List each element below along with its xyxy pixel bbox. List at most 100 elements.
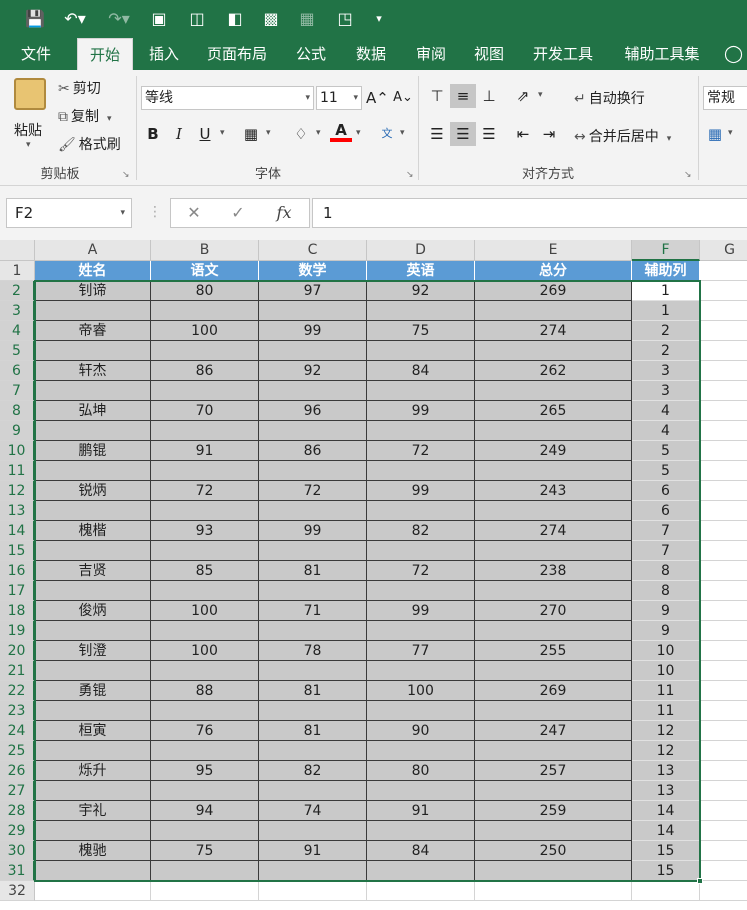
decrease-indent-icon[interactable]: ⇤ (512, 122, 534, 146)
table-cell[interactable]: 70 (151, 401, 259, 421)
empty-cell[interactable] (700, 721, 747, 741)
table-cell[interactable] (151, 661, 259, 681)
empty-cell[interactable] (700, 821, 747, 841)
empty-cell[interactable] (700, 321, 747, 341)
table-cell[interactable]: 75 (367, 321, 475, 341)
table-cell[interactable]: 269 (475, 281, 632, 301)
font-color-dropdown-icon[interactable]: ▾ (356, 128, 361, 138)
table-cell[interactable] (475, 341, 632, 361)
header-cell-a[interactable]: 姓名 (35, 261, 151, 281)
row-header-11[interactable]: 11 (0, 461, 35, 481)
helper-cell[interactable]: 10 (632, 661, 700, 681)
table-cell[interactable]: 槐楷 (35, 521, 151, 541)
table-cell[interactable] (367, 501, 475, 521)
table-cell[interactable] (35, 861, 151, 881)
row-header-3[interactable]: 3 (0, 301, 35, 321)
table-cell[interactable] (35, 821, 151, 841)
table-cell[interactable] (151, 861, 259, 881)
helper-cell[interactable]: 14 (632, 801, 700, 821)
table-cell[interactable]: 238 (475, 561, 632, 581)
helper-cell[interactable]: 12 (632, 741, 700, 761)
table-cell[interactable]: 274 (475, 521, 632, 541)
merge-center-button[interactable]: ↔ 合并后居中 ▾ (574, 126, 671, 146)
table-cell[interactable] (367, 741, 475, 761)
table-cell[interactable]: 99 (367, 601, 475, 621)
table-cell[interactable] (151, 821, 259, 841)
tab-file[interactable]: 文件 (8, 38, 64, 70)
column-header-g[interactable]: G (700, 240, 747, 261)
table-cell[interactable] (35, 621, 151, 641)
table-cell[interactable] (475, 781, 632, 801)
cut-button[interactable]: ✂ 剪切 (58, 78, 101, 98)
table-cell[interactable]: 257 (475, 761, 632, 781)
column-header-d[interactable]: D (367, 240, 475, 261)
table-cell[interactable]: 槐驰 (35, 841, 151, 861)
row-header-10[interactable]: 10 (0, 441, 35, 461)
row-header-5[interactable]: 5 (0, 341, 35, 361)
helper-cell[interactable]: 11 (632, 681, 700, 701)
row-header-1[interactable]: 1 (0, 261, 35, 281)
table-cell[interactable] (151, 701, 259, 721)
helper-cell[interactable]: 9 (632, 601, 700, 621)
table-cell[interactable]: 77 (367, 641, 475, 661)
clipboard-launcher-icon[interactable]: ↘ (122, 170, 130, 180)
table-cell[interactable]: 80 (151, 281, 259, 301)
save-icon[interactable]: 💾 (24, 8, 46, 30)
table-cell[interactable] (151, 461, 259, 481)
table-cell[interactable] (475, 701, 632, 721)
table-cell[interactable] (35, 501, 151, 521)
table-cell[interactable]: 俊炳 (35, 601, 151, 621)
clear-format-icon[interactable]: ◧ (224, 8, 246, 30)
tab-helper-tools[interactable]: 辅助工具集 (614, 38, 710, 70)
empty-cell[interactable] (700, 441, 747, 461)
table-cell[interactable]: 71 (259, 601, 367, 621)
table-cell[interactable] (475, 301, 632, 321)
table-cell[interactable]: 100 (151, 601, 259, 621)
select-all-corner[interactable] (0, 240, 35, 261)
formula-input[interactable]: 1 (312, 198, 747, 228)
table-cell[interactable] (367, 341, 475, 361)
table-cell[interactable]: 82 (259, 761, 367, 781)
camera-icon[interactable]: ▣ (148, 8, 170, 30)
table-cell[interactable] (35, 701, 151, 721)
table-cell[interactable] (259, 421, 367, 441)
helper-cell[interactable]: 7 (632, 541, 700, 561)
row-header-4[interactable]: 4 (0, 321, 35, 341)
row-header-17[interactable]: 17 (0, 581, 35, 601)
table-cell[interactable]: 249 (475, 441, 632, 461)
table-cell[interactable]: 265 (475, 401, 632, 421)
table-cell[interactable] (475, 741, 632, 761)
table-cell[interactable] (367, 541, 475, 561)
table-cell[interactable]: 94 (151, 801, 259, 821)
empty-cell[interactable] (700, 761, 747, 781)
table-cell[interactable] (259, 341, 367, 361)
row-header-31[interactable]: 31 (0, 861, 35, 881)
empty-cell[interactable] (700, 521, 747, 541)
table-cell[interactable] (475, 381, 632, 401)
empty-cell[interactable] (700, 621, 747, 641)
table-cell[interactable] (475, 581, 632, 601)
empty-cell[interactable] (700, 561, 747, 581)
table-cell[interactable] (475, 881, 632, 901)
table-cell[interactable]: 81 (259, 681, 367, 701)
helper-cell[interactable]: 11 (632, 701, 700, 721)
table-cell[interactable]: 宇礼 (35, 801, 151, 821)
table-cell[interactable]: 75 (151, 841, 259, 861)
paste-icon[interactable] (14, 78, 46, 110)
undo-icon[interactable]: ↶▾ (60, 8, 90, 30)
helper-cell[interactable]: 10 (632, 641, 700, 661)
table-cell[interactable] (259, 501, 367, 521)
bold-button[interactable]: B (142, 122, 164, 146)
row-header-6[interactable]: 6 (0, 361, 35, 381)
underline-button[interactable]: U (194, 122, 216, 146)
table-cell[interactable]: 250 (475, 841, 632, 861)
row-header-12[interactable]: 12 (0, 481, 35, 501)
copy-button[interactable]: ⧉ 复制 ▾ (58, 106, 112, 126)
empty-cell[interactable] (700, 281, 747, 301)
increase-font-icon[interactable]: A⌃ (366, 86, 389, 110)
table-cell[interactable]: 90 (367, 721, 475, 741)
row-header-20[interactable]: 20 (0, 641, 35, 661)
helper-cell[interactable]: 15 (632, 841, 700, 861)
table-cell[interactable] (259, 781, 367, 801)
table-cell[interactable] (475, 461, 632, 481)
